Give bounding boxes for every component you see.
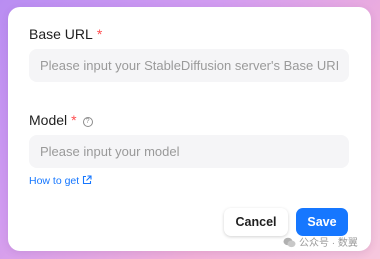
how-to-get-link-label: How to get [29,175,80,187]
model-label: Model *? [29,112,93,128]
model-label-text: Model [29,112,68,128]
save-button[interactable]: Save [296,208,348,236]
model-input[interactable] [29,135,349,168]
base-url-label-text: Base URL [29,26,93,42]
settings-card: Base URL* Model*? How to get Cancel Save [8,7,371,251]
how-to-get-link[interactable]: How to get [29,175,92,188]
required-mark: * [96,26,103,42]
watermark-text: 公众号 · 数翼 [299,238,358,249]
wechat-icon [283,237,296,251]
watermark: 公众号 · 数翼 [283,234,358,251]
external-link-icon [82,175,92,188]
required-mark: * [71,112,77,128]
cancel-button[interactable]: Cancel [224,208,288,236]
base-url-label: Base URL * [29,26,102,42]
base-url-input[interactable] [29,49,349,82]
question-circle-icon[interactable]: ? [82,117,93,127]
